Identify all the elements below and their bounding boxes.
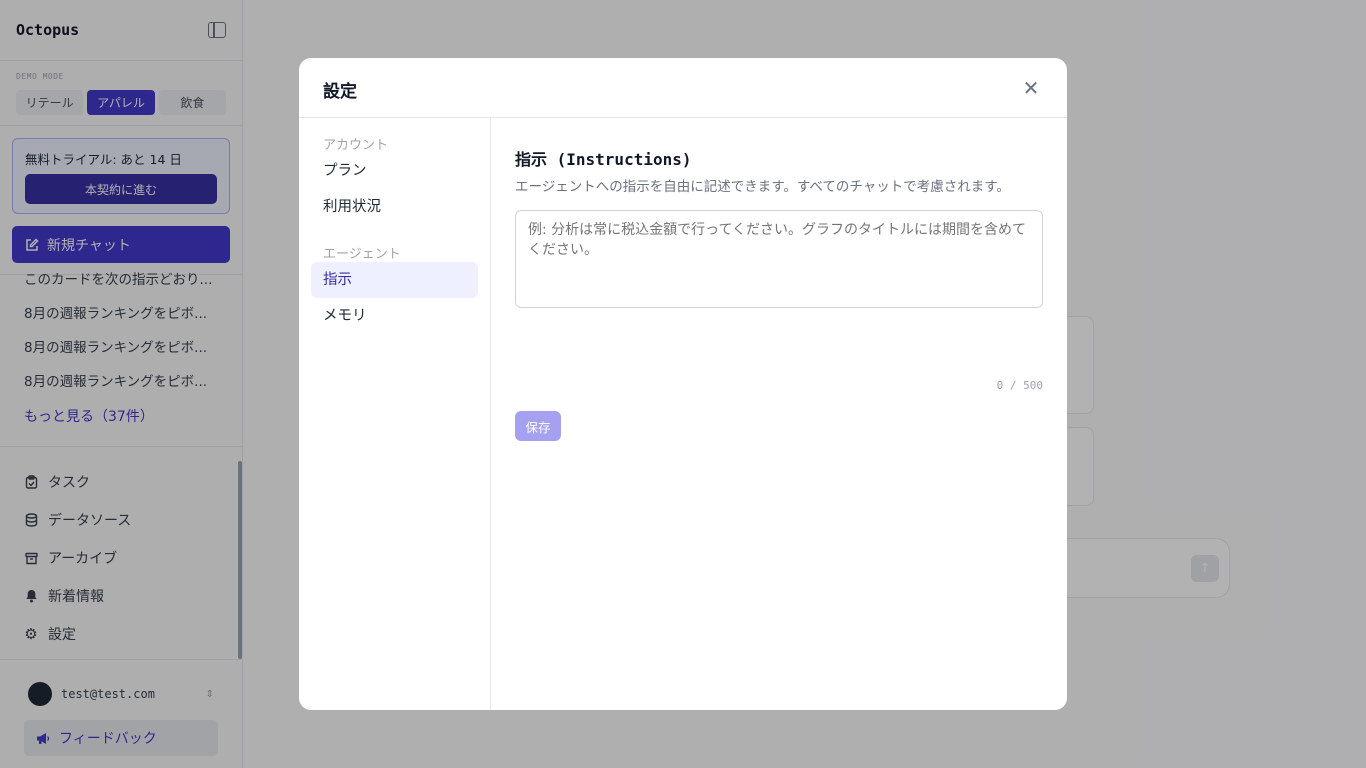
nav-group-agent: エージェント [323, 247, 401, 262]
modal-title: 設定 [323, 82, 357, 102]
modal-header: 設定 ✕ [299, 58, 1067, 118]
settings-nav-memory[interactable]: メモリ [299, 298, 490, 334]
save-button[interactable]: 保存 [515, 411, 561, 441]
settings-nav: アカウント プラン 利用状況 エージェント 指示 メモリ [299, 118, 491, 710]
character-counter: 0 / 500 [996, 379, 1043, 392]
settings-nav-usage[interactable]: 利用状況 [299, 189, 490, 225]
settings-nav-instructions[interactable]: 指示 [311, 262, 478, 298]
settings-nav-plan[interactable]: プラン [299, 153, 490, 189]
section-title: 指示 (Instructions) [515, 150, 692, 169]
section-description: エージェントへの指示を自由に記述できます。すべてのチャットで考慮されます。 [515, 179, 1010, 195]
instructions-textarea[interactable] [515, 210, 1043, 308]
nav-group-account: アカウント [323, 138, 389, 153]
settings-modal: 設定 ✕ アカウント プラン 利用状況 エージェント 指示 メモリ 指示 (In… [299, 58, 1067, 710]
close-icon[interactable]: ✕ [1021, 78, 1041, 98]
